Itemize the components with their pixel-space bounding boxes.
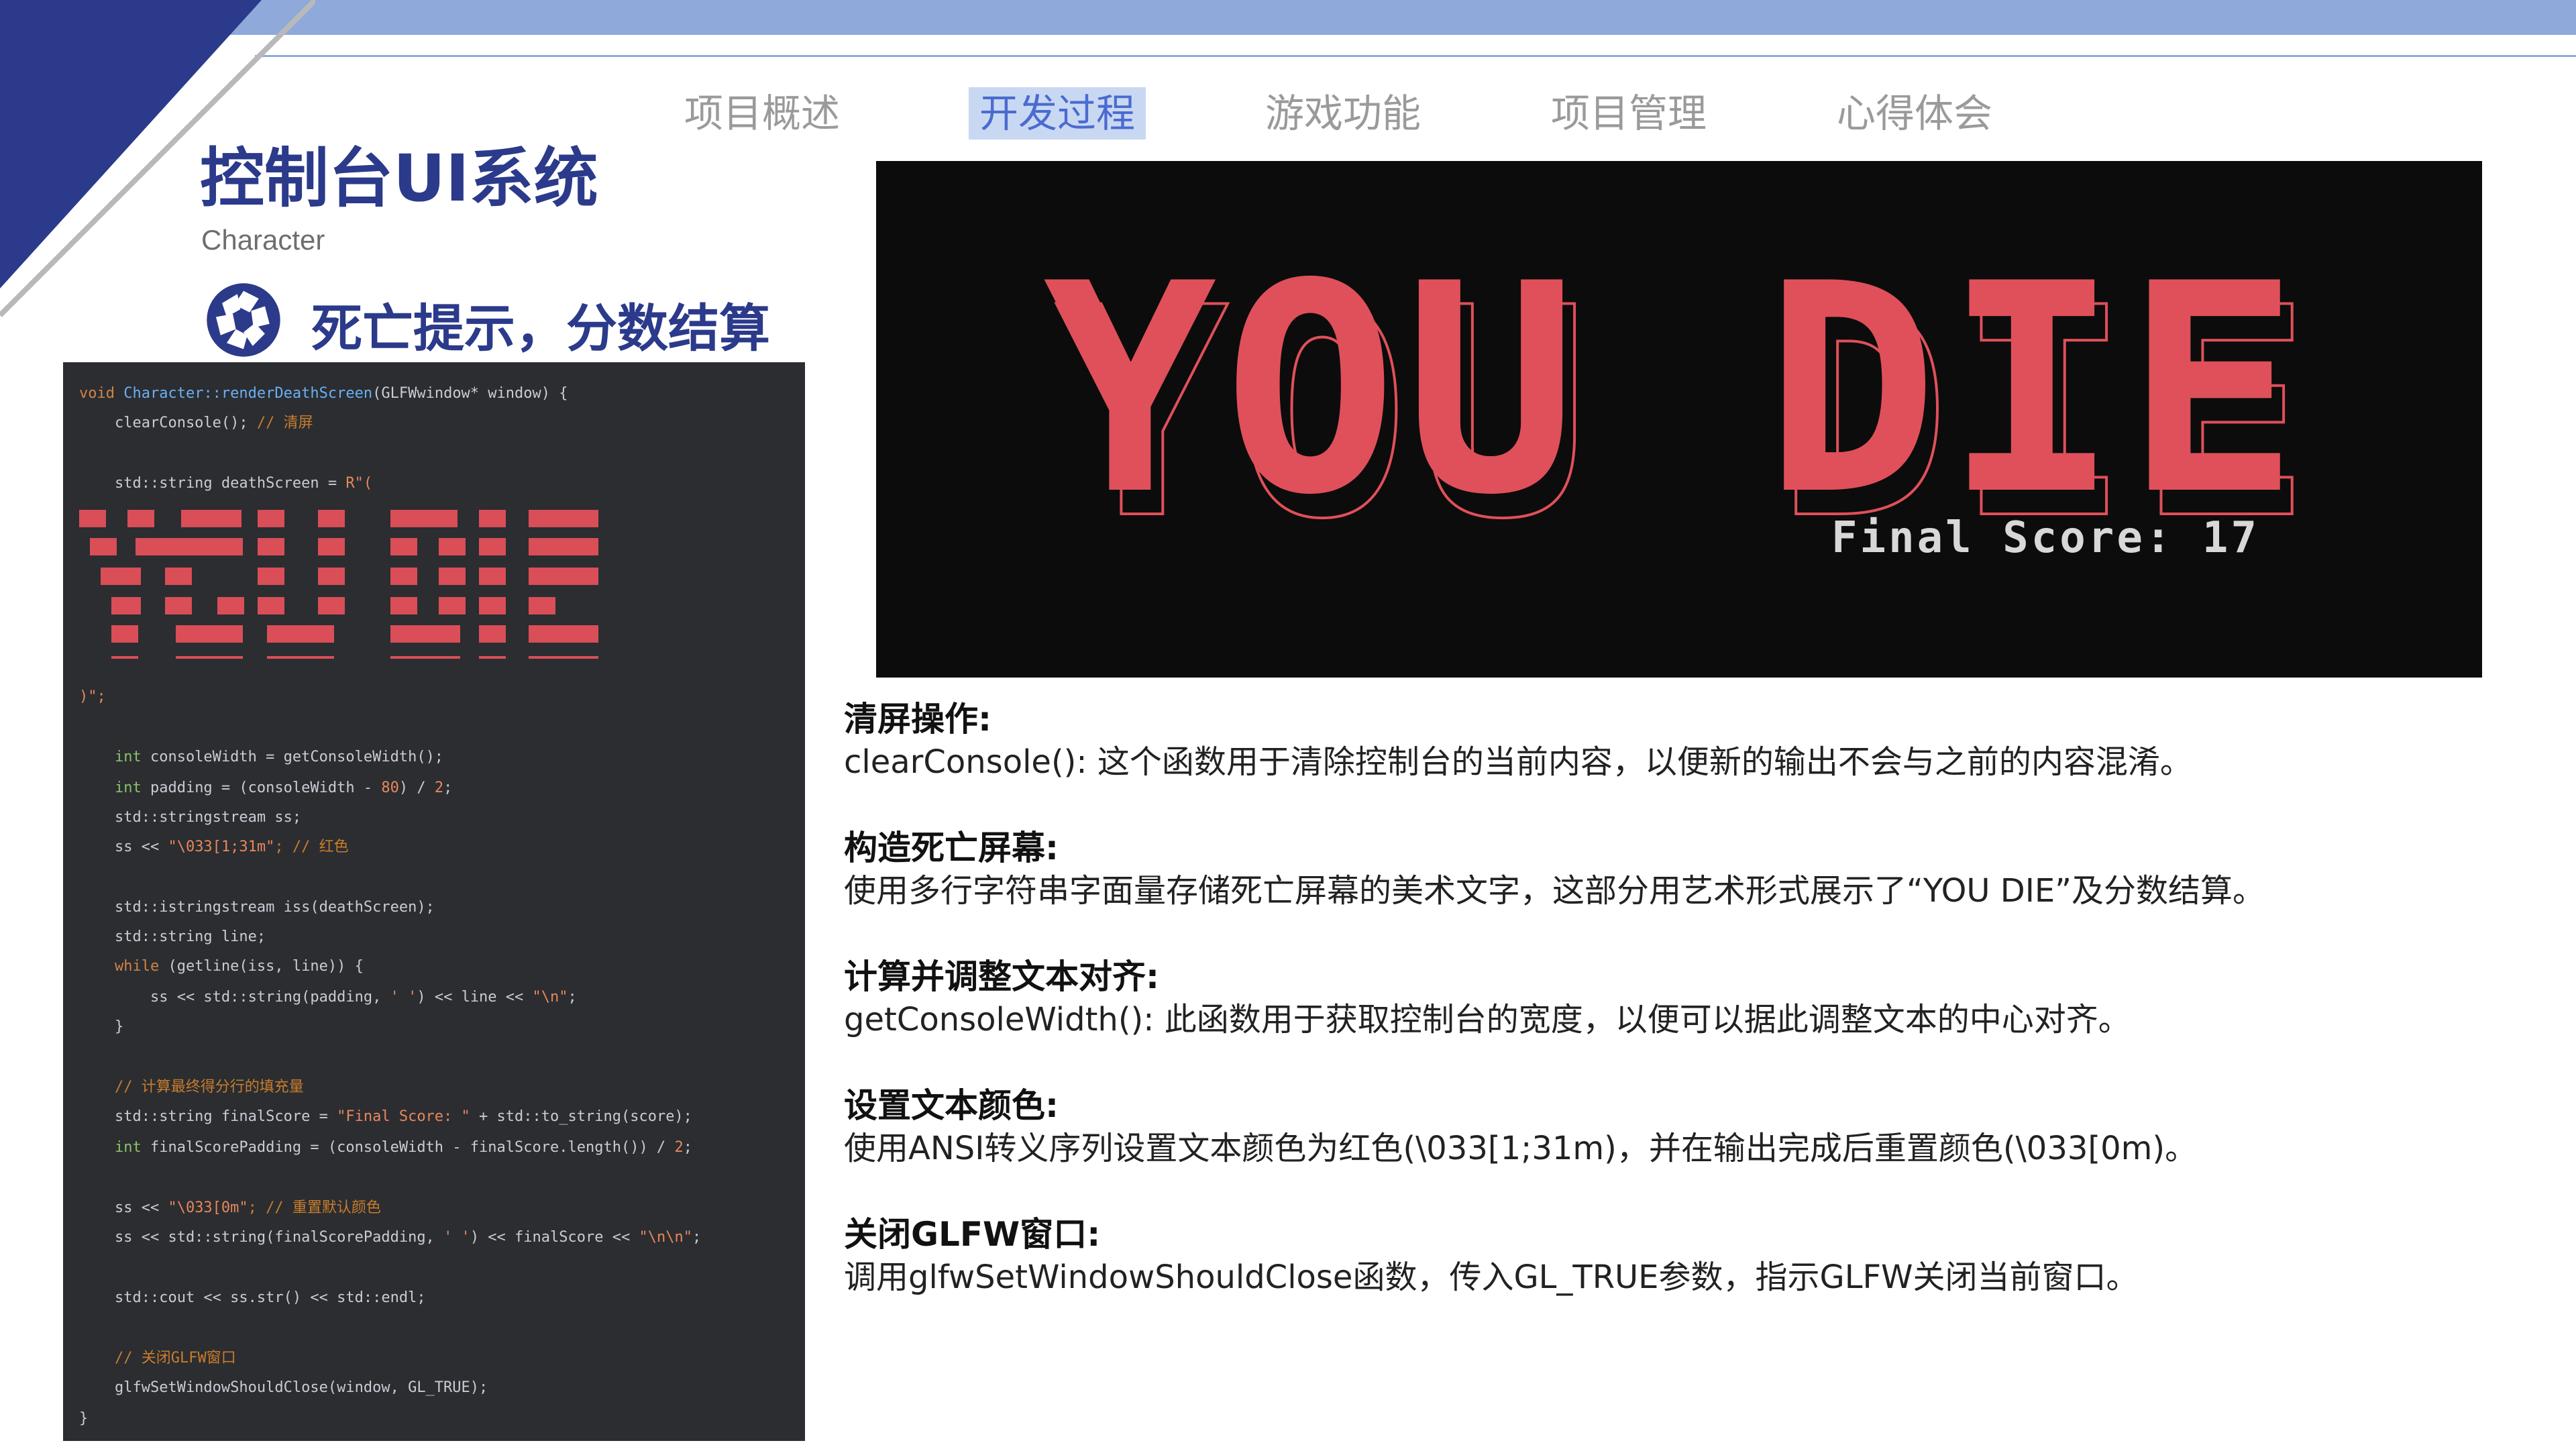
code-line: std::stringstream ss;	[79, 809, 302, 826]
description-body: clearConsole(): 这个函数用于清除控制台的当前内容，以便新的输出不…	[844, 743, 2192, 781]
code-line: ss << "\033[0m"; // 重置默认颜色	[79, 1199, 381, 1216]
nav-item-overview[interactable]: 项目概述	[674, 87, 851, 140]
nav-item-reflection[interactable]: 心得体会	[1826, 87, 2003, 140]
final-score-label: Final Score: 17	[1831, 513, 2259, 563]
nav-item-features[interactable]: 游戏功能	[1254, 87, 1432, 140]
code-line: int finalScorePadding = (consoleWidth - …	[79, 1139, 692, 1156]
description-alignment: 计算并调整文本对齐: getConsoleWidth(): 此函数用于获取控制台…	[844, 955, 2548, 1041]
code-line: )";	[79, 688, 106, 705]
nav-item-development[interactable]: 开发过程	[969, 87, 1146, 140]
description-heading: 计算并调整文本对齐:	[844, 957, 1159, 996]
you-die-text: YOU DIE	[1043, 223, 2306, 558]
code-line: // 关闭GLFW窗口	[79, 1350, 236, 1366]
code-line: std::cout << ss.str() << std::endl;	[79, 1289, 426, 1306]
you-die-banner: YOU DIE YOU DIE	[1043, 223, 2312, 584]
code-line: ss << std::string(finalScorePadding, ' '…	[79, 1229, 702, 1246]
description-heading: 关闭GLFW窗口:	[844, 1215, 1101, 1254]
nav-item-management[interactable]: 项目管理	[1540, 87, 1717, 140]
description-clear-screen: 清屏操作: clearConsole(): 这个函数用于清除控制台的当前内容，以…	[844, 698, 2548, 784]
code-line: int padding = (consoleWidth - 80) / 2;	[79, 780, 453, 796]
code-line: std::string deathScreen = R"(	[79, 475, 373, 492]
description-body: 使用多行字符串字面量存储死亡屏幕的美术文字，这部分用艺术形式展示了“YOU DI…	[844, 872, 2265, 910]
code-line: std::istringstream iss(deathScreen);	[79, 899, 435, 916]
header-divider	[255, 55, 2576, 57]
code-line: ss << std::string(padding, ' ') << line …	[79, 989, 577, 1006]
code-line: std::string finalScore = "Final Score: "…	[79, 1108, 692, 1125]
description-text-color: 设置文本颜色: 使用ANSI转义序列设置文本颜色为红色(\033[1;31m)，…	[844, 1084, 2548, 1170]
code-line: while (getline(iss, line)) {	[79, 958, 364, 975]
code-line: void Character::renderDeathScreen(GLFWwi…	[79, 385, 568, 402]
code-line: std::string line;	[79, 928, 266, 945]
description-body: 调用glfwSetWindowShouldClose函数，传入GL_TRUE参数…	[844, 1258, 2139, 1296]
code-line: }	[79, 1018, 124, 1035]
code-line: glfwSetWindowShouldClose(window, GL_TRUE…	[79, 1379, 488, 1396]
page-title: 控制台UI系统	[200, 141, 598, 216]
page-subtitle: Character	[201, 224, 325, 256]
code-line: // 计算最终得分行的填充量	[79, 1079, 304, 1095]
description-body: getConsoleWidth(): 此函数用于获取控制台的宽度，以便可以据此调…	[844, 1001, 2131, 1038]
code-panel: void Character::renderDeathScreen(GLFWwi…	[63, 362, 805, 1441]
code-line: clearConsole(); // 清屏	[79, 415, 313, 431]
description-heading: 构造死亡屏幕:	[844, 828, 1059, 867]
aperture-icon	[207, 283, 280, 357]
code-line: }	[79, 1410, 89, 1427]
description-death-screen: 构造死亡屏幕: 使用多行字符串字面量存储死亡屏幕的美术文字，这部分用艺术形式展示…	[844, 826, 2548, 912]
description-heading: 设置文本颜色:	[844, 1086, 1059, 1125]
game-screenshot: YOU DIE YOU DIE Final Score: 17	[876, 161, 2482, 678]
code-line: ss << "\033[1;31m"; // 红色	[79, 839, 349, 855]
section-title: 死亡提示，分数结算	[311, 299, 770, 358]
description-close-window: 关闭GLFW窗口: 调用glfwSetWindowShouldClose函数，传…	[844, 1213, 2548, 1299]
code-line: int consoleWidth = getConsoleWidth();	[79, 749, 444, 765]
description-heading: 清屏操作:	[844, 700, 991, 739]
description-body: 使用ANSI转义序列设置文本颜色为红色(\033[1;31m)，并在输出完成后重…	[844, 1130, 2198, 1167]
top-banner	[0, 0, 2576, 35]
